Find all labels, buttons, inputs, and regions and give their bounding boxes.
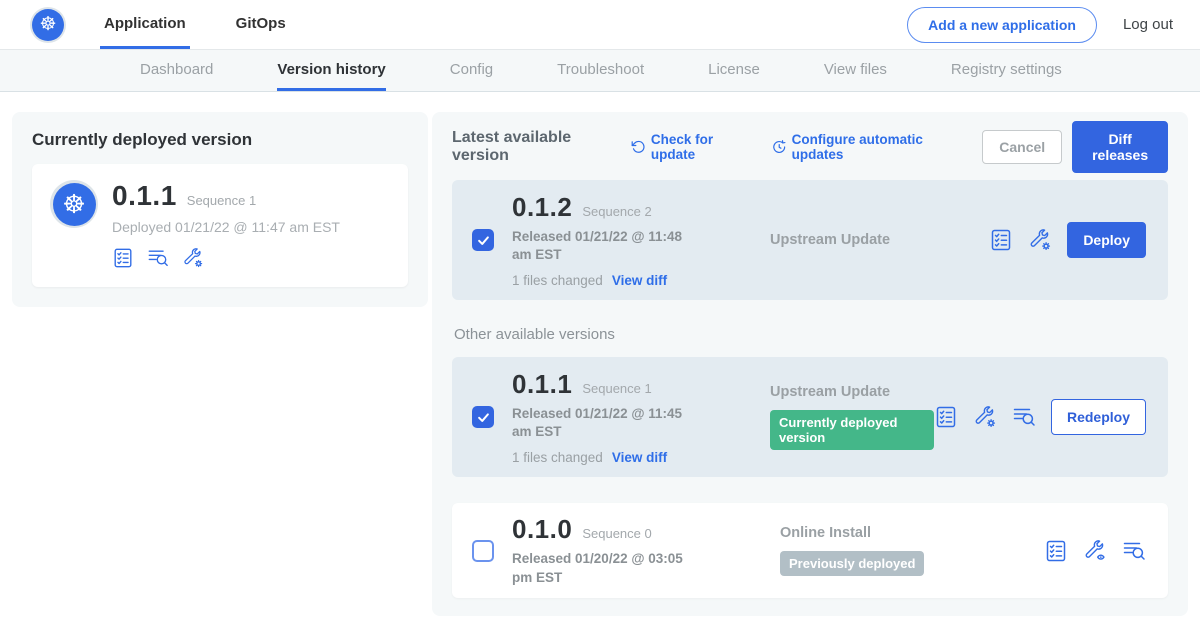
other-versions-title: Other available versions <box>454 326 1166 343</box>
version-info: 0.1.0 Sequence 0 Released 01/20/22 @ 03:… <box>512 514 712 586</box>
kubernetes-wheel-glyph: ☸ <box>32 9 64 41</box>
available-versions-panel: Latest available version Check for updat… <box>432 112 1188 616</box>
version-source: Online Install Previously deployed <box>780 525 1035 576</box>
refresh-icon <box>631 139 645 155</box>
logs-search-icon[interactable] <box>1012 405 1036 429</box>
checklist-icon[interactable] <box>112 247 134 269</box>
diff-releases-button[interactable]: Diff releases <box>1072 121 1168 173</box>
tab-gitops[interactable]: GitOps <box>232 0 290 49</box>
version-source: Upstream Update <box>770 232 989 248</box>
currently-deployed-title: Currently deployed version <box>32 130 408 150</box>
files-changed-label: 1 files changed <box>512 450 603 465</box>
version-checkbox[interactable] <box>472 540 494 562</box>
diff-actions: Cancel Diff releases <box>982 121 1168 173</box>
version-info: 0.1.1 Sequence 1 Released 01/21/22 @ 11:… <box>512 369 702 465</box>
released-timestamp: Released 01/20/22 @ 03:05 pm EST <box>512 550 702 586</box>
version-number: 0.1.2 <box>512 192 572 223</box>
subnav-item-dashboard[interactable]: Dashboard <box>140 50 213 91</box>
subnav-item-config[interactable]: Config <box>450 50 493 91</box>
subnav-item-version-history[interactable]: Version history <box>277 50 385 91</box>
version-row-0-1-2: 0.1.2 Sequence 2 Released 01/21/22 @ 11:… <box>452 180 1168 300</box>
source-label: Online Install <box>780 525 1035 541</box>
subnav-item-registry-settings[interactable]: Registry settings <box>951 50 1062 91</box>
currently-deployed-card: Currently deployed version ☸ 0.1.1 Seque… <box>12 112 428 307</box>
deploy-button[interactable]: Deploy <box>1067 222 1146 258</box>
logout-button[interactable]: Log out <box>1123 16 1173 33</box>
subnav-item-troubleshoot[interactable]: Troubleshoot <box>557 50 644 91</box>
main-content: Currently deployed version ☸ 0.1.1 Seque… <box>0 92 1200 634</box>
deployed-sequence-label: Sequence 1 <box>187 193 256 208</box>
deployed-timestamp: Deployed 01/21/22 @ 11:47 am EST <box>112 219 340 235</box>
row-actions: Deploy <box>989 222 1146 258</box>
wrench-gear-icon[interactable] <box>973 405 997 429</box>
logs-search-icon[interactable] <box>1122 539 1146 563</box>
version-checkbox[interactable] <box>472 406 494 428</box>
configure-automatic-updates-link[interactable]: Configure automatic updates <box>772 132 960 162</box>
checklist-icon[interactable] <box>934 405 958 429</box>
version-source: Upstream Update Currently deployed versi… <box>770 384 934 450</box>
schedule-update-icon <box>772 139 786 155</box>
wrench-gear-icon[interactable] <box>182 247 204 269</box>
sequence-label: Sequence 1 <box>582 381 651 396</box>
checklist-icon[interactable] <box>1044 539 1068 563</box>
view-diff-link[interactable]: View diff <box>612 450 667 465</box>
check-for-update-label: Check for update <box>651 132 750 162</box>
kubernetes-logo-icon: ☸ <box>30 7 66 43</box>
deployed-version-info: 0.1.1 Sequence 1 Deployed 01/21/22 @ 11:… <box>112 180 340 269</box>
view-diff-link[interactable]: View diff <box>612 273 667 288</box>
redeploy-button[interactable]: Redeploy <box>1051 399 1146 435</box>
deployed-version-number: 0.1.1 <box>112 180 177 212</box>
version-number: 0.1.0 <box>512 514 572 545</box>
files-changed-label: 1 files changed <box>512 273 603 288</box>
cancel-button[interactable]: Cancel <box>982 130 1062 164</box>
version-checkbox[interactable] <box>472 229 494 251</box>
versions-panel-header: Latest available version Check for updat… <box>452 130 1168 164</box>
latest-available-title: Latest available version <box>452 129 615 165</box>
check-icon <box>476 410 491 425</box>
sequence-label: Sequence 0 <box>582 526 651 541</box>
version-row-0-1-0: 0.1.0 Sequence 0 Released 01/20/22 @ 03:… <box>452 503 1168 598</box>
previously-deployed-badge: Previously deployed <box>780 551 924 576</box>
top-nav-right: Add a new application Log out <box>907 0 1173 49</box>
row-actions <box>1044 539 1146 563</box>
released-timestamp: Released 01/21/22 @ 11:48 am EST <box>512 228 702 264</box>
check-for-update-link[interactable]: Check for update <box>631 132 750 162</box>
wrench-eye-icon[interactable] <box>1083 539 1107 563</box>
subnav-item-view-files[interactable]: View files <box>824 50 887 91</box>
check-icon <box>476 233 491 248</box>
version-number: 0.1.1 <box>512 369 572 400</box>
version-row-0-1-1: 0.1.1 Sequence 1 Released 01/21/22 @ 11:… <box>452 357 1168 477</box>
tab-application[interactable]: Application <box>100 0 190 49</box>
wrench-gear-icon[interactable] <box>1028 228 1052 252</box>
add-new-application-button[interactable]: Add a new application <box>907 7 1097 43</box>
deployed-version-actions <box>112 247 340 269</box>
currently-deployed-badge: Currently deployed version <box>770 410 934 450</box>
version-info: 0.1.2 Sequence 2 Released 01/21/22 @ 11:… <box>512 192 702 288</box>
source-label: Upstream Update <box>770 384 934 400</box>
kubernetes-app-icon: ☸ <box>50 180 98 228</box>
sequence-label: Sequence 2 <box>582 204 651 219</box>
deployed-version-details: ☸ 0.1.1 Sequence 1 Deployed 01/21/22 @ 1… <box>32 164 408 287</box>
source-label: Upstream Update <box>770 232 989 248</box>
kubernetes-wheel-glyph: ☸ <box>53 183 96 226</box>
logs-search-icon[interactable] <box>147 247 169 269</box>
app-logo: ☸ <box>30 0 66 49</box>
released-timestamp: Released 01/21/22 @ 11:45 am EST <box>512 405 702 441</box>
configure-automatic-updates-label: Configure automatic updates <box>792 132 961 162</box>
subnav-item-license[interactable]: License <box>708 50 760 91</box>
top-nav: ☸ Application GitOps Add a new applicati… <box>0 0 1200 50</box>
row-actions: Redeploy <box>934 399 1146 435</box>
app-sub-nav: Dashboard Version history Config Trouble… <box>0 50 1200 92</box>
checklist-icon[interactable] <box>989 228 1013 252</box>
